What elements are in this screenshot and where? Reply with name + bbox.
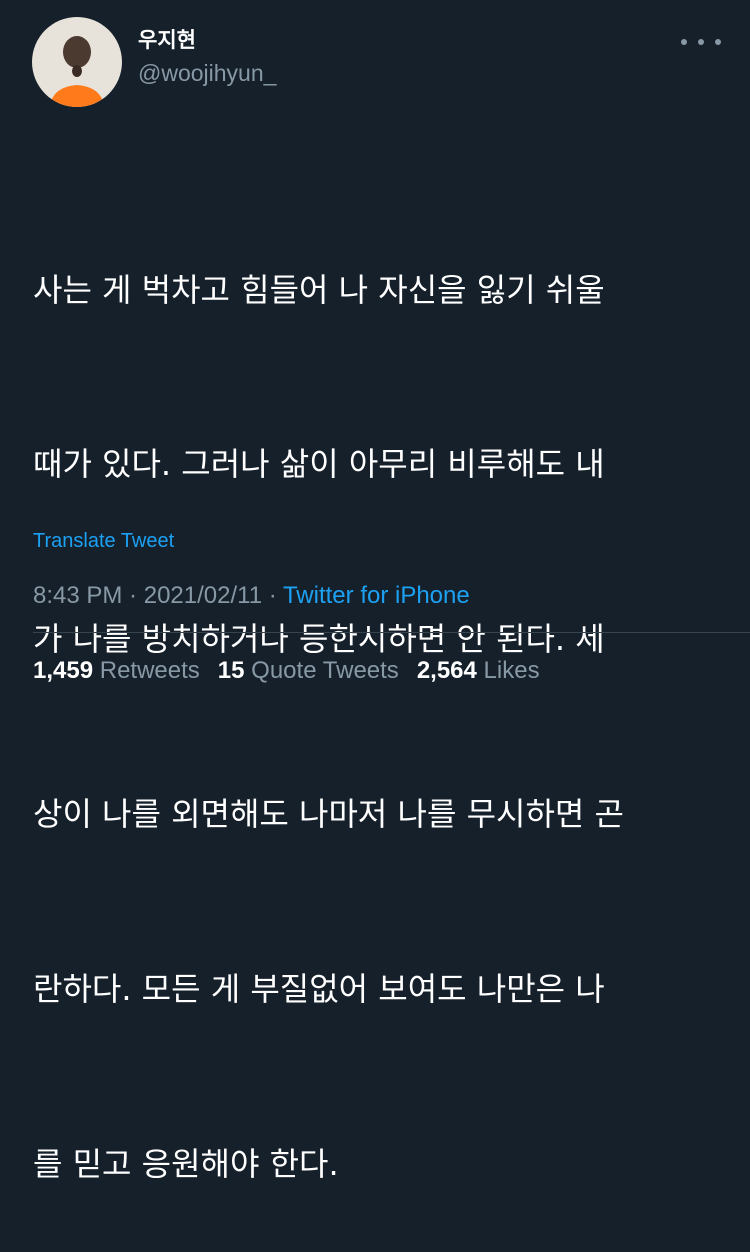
tweet-meta: 8:43 PM · 2021/02/11 · Twitter for iPhon… [33, 584, 470, 608]
likes-label: Likes [483, 657, 540, 684]
quote-tweets-count: 15 [217, 657, 245, 684]
retweets-stat[interactable]: 1,459 Retweets [33, 657, 200, 684]
display-name[interactable]: 우지현 [138, 30, 196, 51]
meta-separator: · [122, 582, 144, 609]
more-horizontal-icon[interactable] [681, 30, 721, 54]
tweet-line: 때가 있다. 그러나 삶이 아무리 비루해도 내 [33, 445, 605, 484]
more-dot [698, 39, 704, 45]
retweets-label: Retweets [99, 657, 200, 684]
divider [33, 632, 750, 633]
likes-stat[interactable]: 2,564 Likes [417, 657, 540, 684]
translate-tweet-link[interactable]: Translate Tweet [33, 531, 174, 551]
avatar-image [32, 17, 122, 107]
tweet-source-link[interactable]: Twitter for iPhone [283, 582, 470, 609]
meta-separator: · [262, 582, 283, 609]
quote-tweets-label: Quote Tweets [251, 657, 399, 684]
likes-count: 2,564 [416, 657, 477, 684]
tweet-stats: 1,459 Retweets 15 Quote Tweets 2,564 Likes [33, 659, 540, 683]
user-handle[interactable]: @woojihyun_ [138, 62, 276, 85]
tweet-line: 사는 게 벅차고 힘들어 나 자신을 잃기 쉬울 [33, 270, 605, 309]
tweet-line: 란하다. 모든 게 부질없어 보여도 나만은 나 [33, 970, 605, 1009]
avatar[interactable] [32, 17, 122, 107]
tweet-line: 를 믿고 응원해야 한다. [33, 1145, 339, 1184]
tweet-text: 사는 게 벅차고 힘들어 나 자신을 잃기 쉬울 때가 있다. 그러나 삶이 아… [33, 144, 723, 1252]
tweet-line: 상이 나를 외면해도 나마저 나를 무시하면 곤 [33, 795, 624, 834]
quote-tweets-stat[interactable]: 15 Quote Tweets [218, 657, 399, 684]
retweets-count: 1,459 [33, 657, 94, 684]
tweet-date[interactable]: 2021/02/11 [144, 582, 262, 609]
more-dot [681, 39, 687, 45]
tweet-time[interactable]: 8:43 PM [33, 582, 122, 609]
more-dot [715, 39, 721, 45]
